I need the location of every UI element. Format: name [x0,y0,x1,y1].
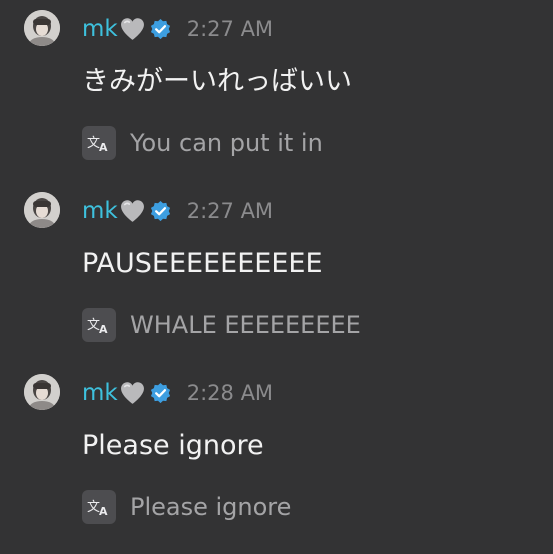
username[interactable]: mk [82,378,118,408]
translate-icon[interactable]: 文 A [82,126,116,160]
translation-text: You can put it in [130,129,323,157]
translate-icon[interactable]: 文 A [82,308,116,342]
avatar-image [24,374,60,410]
verified-badge-icon [150,18,170,39]
translation-row: 文 A You can put it in [82,126,323,160]
chat-message: mk 2:27 AM きみがーいれっばいい 文 A You can put it… [0,10,553,190]
svg-text:A: A [99,323,108,336]
avatar[interactable] [24,374,60,410]
translation-text: WHALE EEEEEEEEE [130,311,361,339]
verified-badge-icon [150,382,170,403]
avatar-image [24,10,60,46]
translation-row: 文 A Please ignore [82,490,291,524]
heart-icon [120,200,144,222]
username[interactable]: mk [82,14,118,44]
message-header: mk 2:28 AM [82,378,273,408]
svg-text:A: A [99,141,108,154]
timestamp: 2:27 AM [186,17,274,41]
avatar-image [24,192,60,228]
timestamp: 2:27 AM [186,199,274,223]
message-text: PAUSEEEEEEEEEE [82,248,323,279]
avatar[interactable] [24,192,60,228]
translation-text: Please ignore [130,493,292,521]
verified-badge-icon [150,200,170,221]
timestamp: 2:28 AM [186,381,274,405]
message-header: mk 2:27 AM [82,14,273,44]
translate-icon[interactable]: 文 A [82,490,116,524]
message-header: mk 2:27 AM [82,196,273,226]
heart-icon [120,382,144,404]
chat-message: mk 2:28 AM Please ignore 文 A Please igno… [0,374,553,554]
svg-text:A: A [99,505,108,518]
username[interactable]: mk [82,196,118,226]
message-text: Please ignore [82,430,264,461]
translation-row: 文 A WHALE EEEEEEEEE [82,308,361,342]
message-text: きみがーいれっばいい [82,66,352,97]
heart-icon [120,18,144,40]
avatar[interactable] [24,10,60,46]
chat-message: mk 2:27 AM PAUSEEEEEEEEEE 文 A WHALE EEEE… [0,192,553,372]
